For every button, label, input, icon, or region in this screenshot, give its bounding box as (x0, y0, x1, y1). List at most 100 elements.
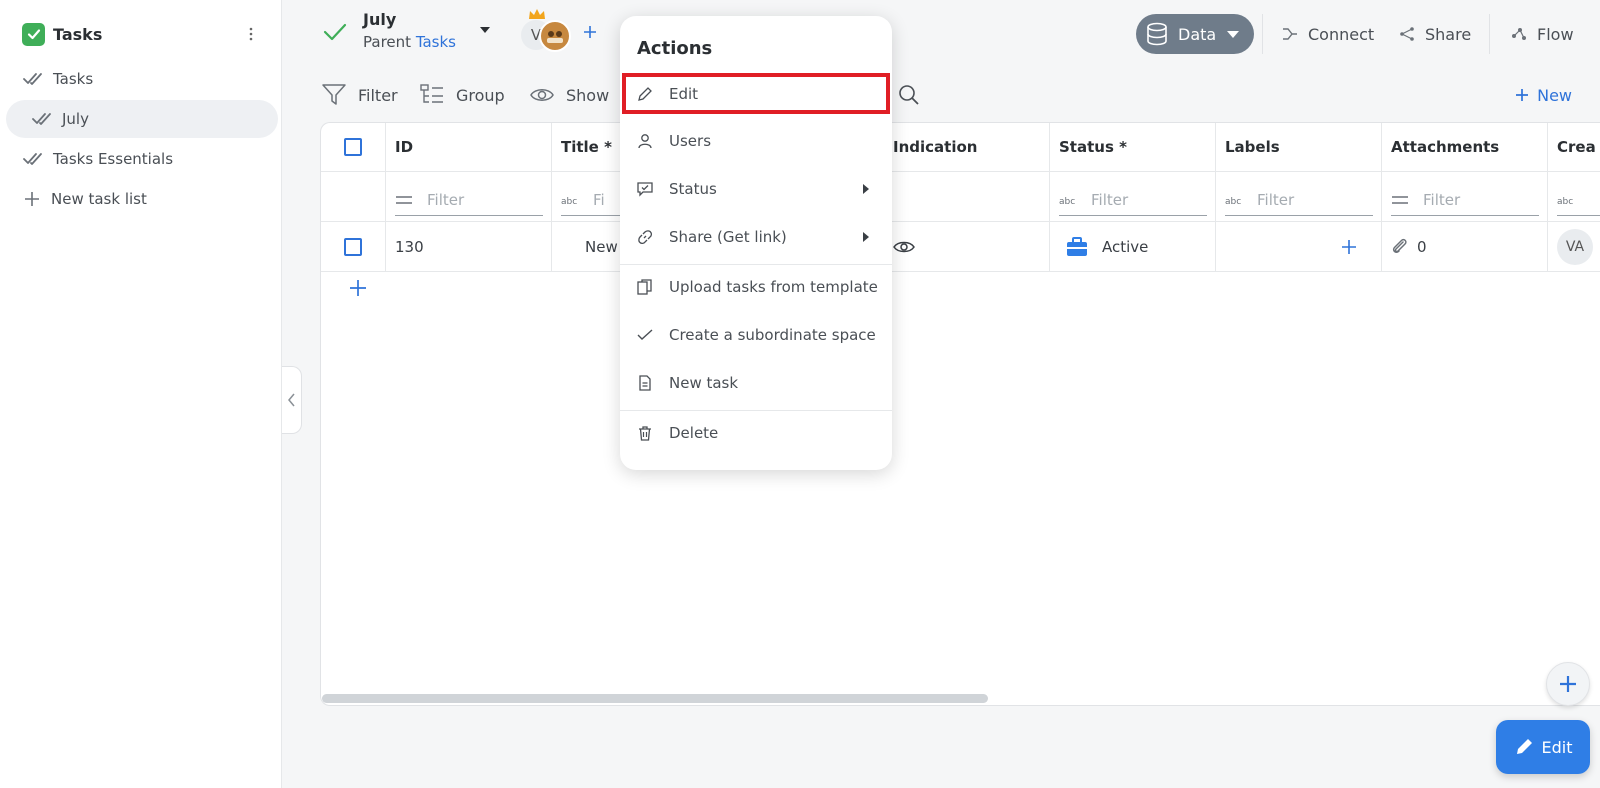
filter-button[interactable]: Filter (322, 82, 398, 108)
plus-icon (1560, 676, 1576, 692)
submenu-arrow-icon (863, 184, 869, 194)
filter-cell: abc Filter (1216, 172, 1382, 221)
page-title: July (363, 10, 397, 29)
text-type-icon: abc (561, 197, 577, 206)
check-icon (637, 329, 653, 340)
attachments-filter-input[interactable]: Filter (1391, 186, 1539, 216)
pencil-icon (1516, 739, 1532, 754)
avatar: VA (1557, 228, 1593, 265)
horizontal-scrollbar[interactable] (322, 694, 988, 703)
status-filter-input[interactable]: abc Filter (1059, 186, 1207, 216)
column-header-indication[interactable]: Indication (884, 123, 1050, 171)
pencil-icon (638, 86, 652, 101)
table-row[interactable]: 130 New Active 0 VA (321, 222, 1600, 272)
avatar[interactable] (539, 20, 571, 52)
add-fab-button[interactable] (1546, 662, 1590, 706)
column-header-label: Title * (561, 138, 612, 156)
sidebar: Tasks Tasks July Tasks Essentials New ta… (0, 0, 282, 788)
add-member-button[interactable] (583, 25, 597, 39)
menu-item-label: New task (669, 374, 739, 392)
sidebar-item-tasks-essentials[interactable]: Tasks Essentials (6, 140, 278, 178)
menu-item-share[interactable]: Share (Get link) (620, 214, 892, 260)
menu-item-status[interactable]: Status (620, 166, 892, 212)
indication-cell[interactable] (884, 222, 1050, 271)
filter-cell: abc Filter (1050, 172, 1216, 221)
plus-icon[interactable] (1341, 239, 1357, 255)
labels-filter-input[interactable]: abc Filter (1225, 186, 1373, 216)
row-checkbox[interactable] (344, 237, 362, 256)
tasks-app-icon (22, 22, 45, 46)
title-dropdown-icon[interactable] (479, 26, 491, 34)
title-value: New (585, 237, 618, 256)
menu-item-label: Delete (669, 424, 719, 442)
sidebar-item-label: July (62, 110, 89, 128)
created-cell[interactable]: VA (1548, 222, 1600, 271)
id-cell[interactable]: 130 (386, 222, 552, 271)
status-cell[interactable]: Active (1050, 222, 1216, 271)
add-row-button[interactable] (349, 279, 367, 297)
edit-fab-label: Edit (1541, 737, 1573, 757)
sidebar-item-tasks[interactable]: Tasks (6, 60, 278, 98)
menu-item-label: Upload tasks from template (669, 278, 878, 296)
breadcrumb-link[interactable]: Tasks (416, 33, 456, 51)
more-options-icon[interactable] (243, 24, 259, 44)
column-header-created[interactable]: Crea (1548, 123, 1600, 171)
created-filter-input[interactable]: abc (1557, 186, 1600, 216)
filter-placeholder: Filter (427, 191, 465, 209)
column-header-status[interactable]: Status * (1050, 123, 1216, 171)
divider (1262, 14, 1263, 54)
column-header-id[interactable]: ID (386, 123, 552, 171)
connect-icon (1283, 28, 1297, 40)
sidebar-item-label: Tasks (53, 70, 94, 88)
menu-item-upload-template[interactable]: Upload tasks from template (620, 264, 892, 310)
menu-item-new-task[interactable]: New task (620, 360, 892, 406)
show-button[interactable]: Show (530, 82, 609, 108)
menu-item-label: Users (669, 132, 712, 150)
data-button[interactable]: Data (1136, 14, 1254, 54)
flow-button[interactable]: Flow (1511, 20, 1574, 48)
group-button[interactable]: Group (420, 82, 505, 108)
menu-item-delete[interactable]: Delete (620, 410, 892, 456)
filter-cell: abc (1548, 172, 1600, 221)
plus-icon (1516, 89, 1529, 101)
sidebar-item-july[interactable]: July (6, 100, 278, 138)
search-icon[interactable] (898, 84, 920, 106)
filter-cell: Filter (386, 172, 552, 221)
filter-cell: Filter (1382, 172, 1548, 221)
document-icon (639, 375, 651, 391)
menu-item-edit[interactable]: Edit (622, 73, 890, 114)
eye-icon (893, 241, 915, 252)
show-label: Show (566, 85, 610, 105)
column-header-label: Indication (893, 138, 978, 156)
attachments-count: 0 (1417, 237, 1427, 256)
menu-item-label: Status (669, 180, 717, 198)
menu-item-users[interactable]: Users (620, 118, 892, 164)
new-task-list-button[interactable]: New task list (6, 180, 278, 218)
id-filter-input[interactable]: Filter (395, 186, 543, 216)
column-header-label: Attachments (1391, 138, 1500, 156)
actions-menu: Actions Edit Users Status Share (Get lin… (620, 16, 892, 470)
filter-cell (321, 172, 386, 221)
check-icon (323, 22, 347, 42)
select-all-checkbox[interactable] (344, 138, 362, 156)
new-record-button[interactable]: New (1515, 82, 1572, 108)
labels-cell[interactable] (1216, 222, 1382, 271)
column-header-label: Labels (1225, 138, 1280, 156)
menu-item-create-subordinate-space[interactable]: Create a subordinate space (620, 312, 892, 358)
member-avatars[interactable]: V (521, 9, 573, 52)
edit-fab-button[interactable]: Edit (1496, 720, 1590, 774)
connect-button[interactable]: Connect (1282, 20, 1374, 48)
breadcrumb-label: Parent (363, 33, 412, 51)
column-header-labels[interactable]: Labels (1216, 123, 1382, 171)
filter-label: Filter (358, 85, 398, 105)
filter-icon (322, 84, 346, 105)
sidebar-collapse-toggle[interactable] (282, 366, 302, 434)
svg-text:abc: abc (1557, 197, 1573, 206)
column-header-label: ID (395, 138, 414, 156)
share-button[interactable]: Share (1399, 20, 1471, 48)
attachments-cell[interactable]: 0 (1382, 222, 1548, 271)
breadcrumb: Parent Tasks (363, 33, 456, 51)
column-header-attachments[interactable]: Attachments (1382, 123, 1548, 171)
paperclip-icon (1392, 238, 1407, 253)
plus-icon (25, 192, 39, 206)
